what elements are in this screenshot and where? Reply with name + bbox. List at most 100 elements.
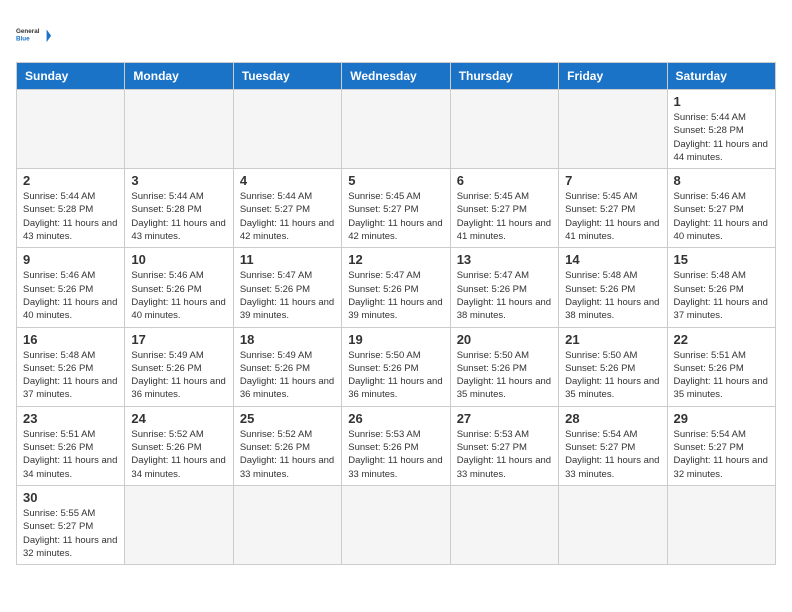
day-number: 25	[240, 411, 335, 426]
col-header-sunday: Sunday	[17, 63, 125, 90]
day-number: 24	[131, 411, 226, 426]
calendar-cell	[125, 485, 233, 564]
calendar-cell: 27 Sunrise: 5:53 AM Sunset: 5:27 PM Dayli…	[450, 406, 558, 485]
calendar-cell: 26 Sunrise: 5:53 AM Sunset: 5:26 PM Dayli…	[342, 406, 450, 485]
calendar-cell	[233, 485, 341, 564]
day-number: 4	[240, 173, 335, 188]
day-info: Sunrise: 5:48 AM Sunset: 5:26 PM Dayligh…	[674, 269, 769, 322]
day-info: Sunrise: 5:46 AM Sunset: 5:27 PM Dayligh…	[674, 190, 769, 243]
day-number: 16	[23, 332, 118, 347]
calendar-cell	[450, 485, 558, 564]
day-number: 11	[240, 252, 335, 267]
calendar-cell: 10 Sunrise: 5:46 AM Sunset: 5:26 PM Dayli…	[125, 248, 233, 327]
calendar-cell: 1 Sunrise: 5:44 AM Sunset: 5:28 PM Daylig…	[667, 90, 775, 169]
calendar-cell: 4 Sunrise: 5:44 AM Sunset: 5:27 PM Daylig…	[233, 169, 341, 248]
day-number: 18	[240, 332, 335, 347]
calendar-week-row: 9Sunrise: 5:46 AM Sunset: 5:26 PM Daylig…	[17, 248, 776, 327]
day-number: 10	[131, 252, 226, 267]
calendar-cell: 6Sunrise: 5:45 AM Sunset: 5:27 PM Daylig…	[450, 169, 558, 248]
calendar-cell	[667, 485, 775, 564]
calendar-cell: 21 Sunrise: 5:50 AM Sunset: 5:26 PM Dayli…	[559, 327, 667, 406]
calendar-week-row: 23 Sunrise: 5:51 AM Sunset: 5:26 PM Dayli…	[17, 406, 776, 485]
calendar-cell: 24 Sunrise: 5:52 AM Sunset: 5:26 PM Dayli…	[125, 406, 233, 485]
day-number: 13	[457, 252, 552, 267]
calendar-cell	[450, 90, 558, 169]
page-header: GeneralBlue	[16, 16, 776, 52]
day-info: Sunrise: 5:50 AM Sunset: 5:26 PM Dayligh…	[565, 349, 660, 402]
day-info: Sunrise: 5:50 AM Sunset: 5:26 PM Dayligh…	[348, 349, 443, 402]
day-number: 22	[674, 332, 769, 347]
col-header-wednesday: Wednesday	[342, 63, 450, 90]
calendar-cell: 14Sunrise: 5:48 AM Sunset: 5:26 PM Dayli…	[559, 248, 667, 327]
day-number: 23	[23, 411, 118, 426]
day-info: Sunrise: 5:53 AM Sunset: 5:27 PM Dayligh…	[457, 428, 552, 481]
day-number: 29	[674, 411, 769, 426]
day-info: Sunrise: 5:47 AM Sunset: 5:26 PM Dayligh…	[457, 269, 552, 322]
day-info: Sunrise: 5:44 AM Sunset: 5:28 PM Dayligh…	[674, 111, 769, 164]
day-info: Sunrise: 5:44 AM Sunset: 5:27 PM Dayligh…	[240, 190, 335, 243]
day-info: Sunrise: 5:46 AM Sunset: 5:26 PM Dayligh…	[23, 269, 118, 322]
calendar-cell	[342, 90, 450, 169]
calendar-cell: 9Sunrise: 5:46 AM Sunset: 5:26 PM Daylig…	[17, 248, 125, 327]
col-header-tuesday: Tuesday	[233, 63, 341, 90]
day-info: Sunrise: 5:46 AM Sunset: 5:26 PM Dayligh…	[131, 269, 226, 322]
day-info: Sunrise: 5:44 AM Sunset: 5:28 PM Dayligh…	[23, 190, 118, 243]
calendar-cell: 12Sunrise: 5:47 AM Sunset: 5:26 PM Dayli…	[342, 248, 450, 327]
logo-icon: GeneralBlue	[16, 16, 52, 52]
svg-text:General: General	[16, 28, 40, 35]
calendar-table: SundayMondayTuesdayWednesdayThursdayFrid…	[16, 62, 776, 565]
calendar-cell: 15 Sunrise: 5:48 AM Sunset: 5:26 PM Dayli…	[667, 248, 775, 327]
day-info: Sunrise: 5:51 AM Sunset: 5:26 PM Dayligh…	[674, 349, 769, 402]
calendar-cell	[17, 90, 125, 169]
day-info: Sunrise: 5:49 AM Sunset: 5:26 PM Dayligh…	[240, 349, 335, 402]
day-number: 21	[565, 332, 660, 347]
day-number: 27	[457, 411, 552, 426]
day-info: Sunrise: 5:52 AM Sunset: 5:26 PM Dayligh…	[240, 428, 335, 481]
day-info: Sunrise: 5:53 AM Sunset: 5:26 PM Dayligh…	[348, 428, 443, 481]
day-number: 30	[23, 490, 118, 505]
day-number: 3	[131, 173, 226, 188]
col-header-friday: Friday	[559, 63, 667, 90]
calendar-header-row: SundayMondayTuesdayWednesdayThursdayFrid…	[17, 63, 776, 90]
calendar-cell: 18 Sunrise: 5:49 AM Sunset: 5:26 PM Dayli…	[233, 327, 341, 406]
day-info: Sunrise: 5:49 AM Sunset: 5:26 PM Dayligh…	[131, 349, 226, 402]
calendar-week-row: 30Sunrise: 5:55 AM Sunset: 5:27 PM Dayli…	[17, 485, 776, 564]
day-info: Sunrise: 5:47 AM Sunset: 5:26 PM Dayligh…	[240, 269, 335, 322]
calendar-cell: 2Sunrise: 5:44 AM Sunset: 5:28 PM Daylig…	[17, 169, 125, 248]
calendar-cell: 19 Sunrise: 5:50 AM Sunset: 5:26 PM Dayli…	[342, 327, 450, 406]
day-number: 17	[131, 332, 226, 347]
day-info: Sunrise: 5:52 AM Sunset: 5:26 PM Dayligh…	[131, 428, 226, 481]
calendar-cell: 22 Sunrise: 5:51 AM Sunset: 5:26 PM Dayli…	[667, 327, 775, 406]
svg-text:Blue: Blue	[16, 35, 30, 42]
day-number: 7	[565, 173, 660, 188]
day-number: 19	[348, 332, 443, 347]
calendar-cell	[125, 90, 233, 169]
day-number: 1	[674, 94, 769, 109]
calendar-cell: 5Sunrise: 5:45 AM Sunset: 5:27 PM Daylig…	[342, 169, 450, 248]
calendar-cell	[559, 485, 667, 564]
logo: GeneralBlue	[16, 16, 52, 52]
col-header-saturday: Saturday	[667, 63, 775, 90]
calendar-cell: 23 Sunrise: 5:51 AM Sunset: 5:26 PM Dayli…	[17, 406, 125, 485]
day-info: Sunrise: 5:45 AM Sunset: 5:27 PM Dayligh…	[348, 190, 443, 243]
calendar-cell: 28 Sunrise: 5:54 AM Sunset: 5:27 PM Dayli…	[559, 406, 667, 485]
day-info: Sunrise: 5:50 AM Sunset: 5:26 PM Dayligh…	[457, 349, 552, 402]
calendar-cell: 13 Sunrise: 5:47 AM Sunset: 5:26 PM Dayli…	[450, 248, 558, 327]
day-info: Sunrise: 5:44 AM Sunset: 5:28 PM Dayligh…	[131, 190, 226, 243]
calendar-cell: 17 Sunrise: 5:49 AM Sunset: 5:26 PM Dayli…	[125, 327, 233, 406]
day-number: 15	[674, 252, 769, 267]
calendar-cell: 11 Sunrise: 5:47 AM Sunset: 5:26 PM Dayli…	[233, 248, 341, 327]
calendar-cell: 20Sunrise: 5:50 AM Sunset: 5:26 PM Dayli…	[450, 327, 558, 406]
day-info: Sunrise: 5:47 AM Sunset: 5:26 PM Dayligh…	[348, 269, 443, 322]
day-info: Sunrise: 5:51 AM Sunset: 5:26 PM Dayligh…	[23, 428, 118, 481]
day-number: 28	[565, 411, 660, 426]
calendar-cell: 3 Sunrise: 5:44 AM Sunset: 5:28 PM Daylig…	[125, 169, 233, 248]
day-info: Sunrise: 5:48 AM Sunset: 5:26 PM Dayligh…	[23, 349, 118, 402]
calendar-cell	[342, 485, 450, 564]
col-header-monday: Monday	[125, 63, 233, 90]
col-header-thursday: Thursday	[450, 63, 558, 90]
day-info: Sunrise: 5:48 AM Sunset: 5:26 PM Dayligh…	[565, 269, 660, 322]
day-info: Sunrise: 5:54 AM Sunset: 5:27 PM Dayligh…	[565, 428, 660, 481]
day-number: 26	[348, 411, 443, 426]
calendar-cell	[559, 90, 667, 169]
